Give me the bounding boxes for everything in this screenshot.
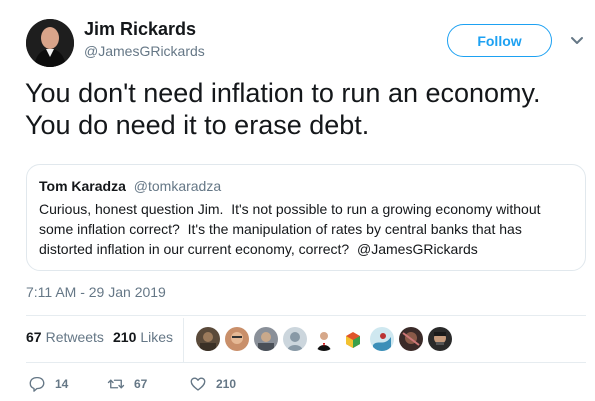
quoted-tweet[interactable]: Tom Karadza @tomkaradza Curious, honest …	[26, 164, 586, 271]
stats-divider	[183, 318, 184, 362]
liker-avatar[interactable]	[399, 327, 423, 351]
liker-avatar[interactable]	[312, 327, 336, 351]
retweet-icon	[107, 379, 125, 389]
heart-icon	[190, 377, 206, 391]
quoted-tweet-header: Tom Karadza @tomkaradza	[39, 178, 221, 194]
author-handle[interactable]: @JamesGRickards	[84, 43, 205, 59]
like-count: 210	[216, 377, 237, 391]
likes-count: 210	[113, 329, 137, 345]
tweet-timestamp[interactable]: 7:11 AM - 29 Jan 2019	[26, 284, 166, 300]
author-name[interactable]: Jim Rickards	[84, 19, 196, 40]
tweet-text-line-2: You do need it to erase debt.	[25, 110, 370, 140]
retweets-label: Retweets	[45, 329, 104, 345]
tweet-stats: 67 Retweets 210 Likes	[26, 315, 586, 363]
reply-button[interactable]: 14	[28, 375, 68, 393]
reply-icon	[29, 376, 45, 392]
retweets-stat[interactable]: 67 Retweets	[26, 329, 104, 345]
chevron-down-icon[interactable]	[569, 34, 585, 46]
liker-avatar[interactable]	[428, 327, 452, 351]
follow-button[interactable]: Follow	[447, 24, 552, 57]
quoted-author-handle: @tomkaradza	[133, 178, 222, 194]
author-avatar[interactable]	[26, 19, 74, 67]
retweets-count: 67	[26, 329, 42, 345]
liker-avatar[interactable]	[370, 327, 394, 351]
reply-count: 14	[55, 377, 69, 391]
likes-stat[interactable]: 210 Likes	[113, 329, 173, 345]
quoted-author-name: Tom Karadza	[39, 178, 126, 194]
liker-avatar[interactable]	[196, 327, 220, 351]
like-button[interactable]: 210	[189, 375, 236, 393]
tweet-text-line-1: You don't need inflation to run an econo…	[25, 78, 541, 108]
tweet-text: You don't need inflation to run an econo…	[25, 77, 580, 141]
retweet-count: 67	[134, 377, 148, 391]
likes-label: Likes	[140, 329, 174, 345]
quoted-tweet-text: Curious, honest question Jim. It's not p…	[39, 201, 545, 257]
liker-avatar[interactable]	[341, 327, 365, 351]
liker-avatar[interactable]	[225, 327, 249, 351]
liker-avatar[interactable]	[254, 327, 278, 351]
retweet-button[interactable]: 67	[107, 375, 147, 393]
liker-avatar[interactable]	[283, 327, 307, 351]
